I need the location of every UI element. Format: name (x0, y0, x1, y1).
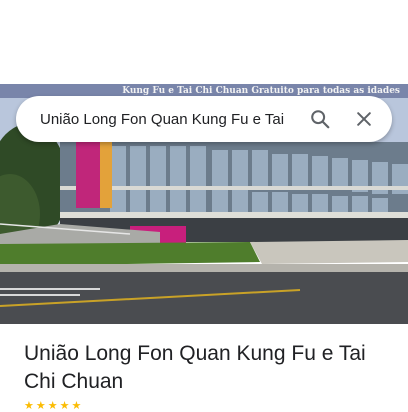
place-title: União Long Fon Quan Kung Fu e Tai Chi Ch… (24, 342, 366, 393)
star-icon: ★ (47, 400, 58, 412)
rating-stars[interactable]: ★ ★ ★ ★ ★ (24, 400, 81, 412)
star-icon: ★ (59, 400, 70, 412)
top-whitespace (0, 0, 408, 84)
search-input[interactable]: União Long Fon Quan Kung Fu e Tai (16, 111, 298, 128)
close-icon (357, 112, 371, 126)
search-bar[interactable]: União Long Fon Quan Kung Fu e Tai (16, 96, 392, 142)
star-icon: ★ (71, 400, 82, 412)
search-button[interactable] (298, 97, 342, 141)
star-icon: ★ (24, 400, 34, 412)
search-icon (311, 110, 330, 129)
star-icon: ★ (35, 400, 46, 412)
clear-search-button[interactable] (342, 97, 386, 141)
